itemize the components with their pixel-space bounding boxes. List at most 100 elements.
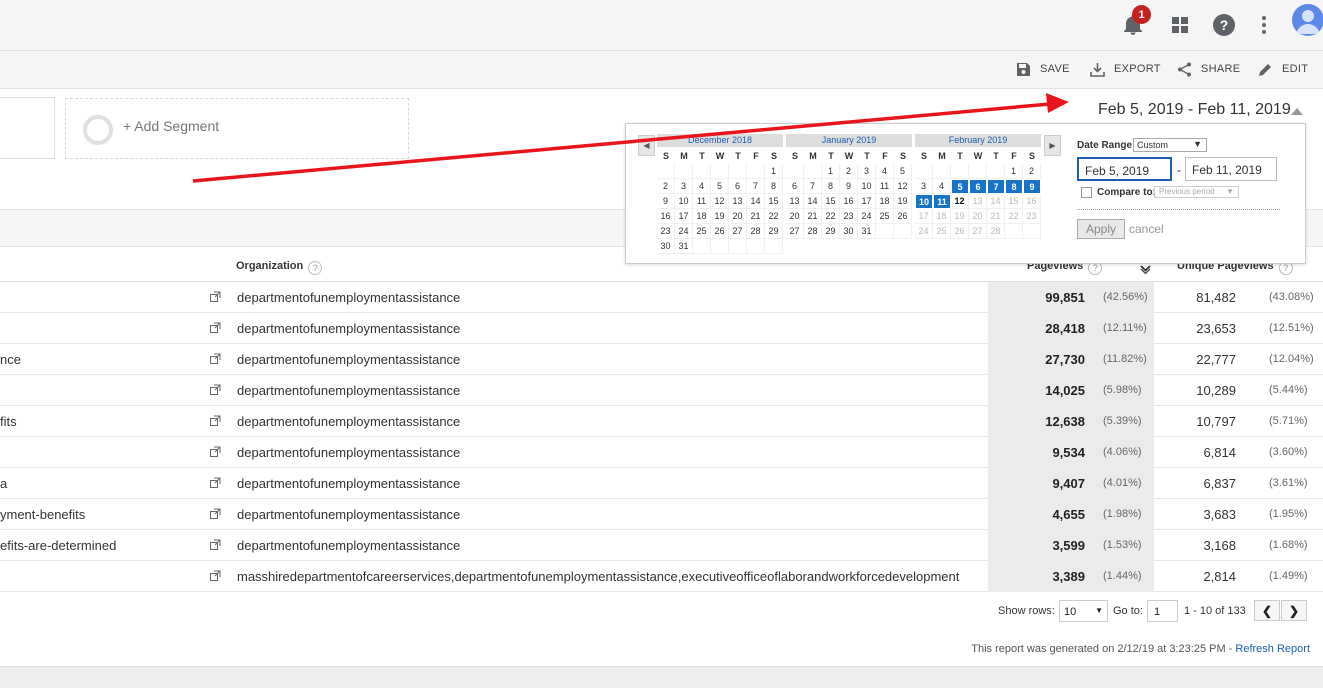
calendar-day[interactable]: 24 [915, 224, 933, 239]
calendar-day[interactable]: 24 [675, 224, 693, 239]
calendar-day[interactable]: 18 [876, 194, 894, 209]
calendar-day[interactable]: 26 [894, 209, 912, 224]
calendar-day[interactable]: 9 [840, 179, 858, 194]
calendar-day[interactable]: 28 [987, 224, 1005, 239]
calendar-day[interactable]: 8 [765, 179, 783, 194]
calendar-day[interactable]: 17 [858, 194, 876, 209]
calendar-day[interactable]: 5 [711, 179, 729, 194]
calendar-day[interactable]: 10 [858, 179, 876, 194]
calendar-day[interactable]: 27 [969, 224, 987, 239]
open-external-icon[interactable] [210, 290, 221, 305]
calendar-day[interactable]: 1 [1005, 164, 1023, 179]
calendar-day[interactable]: 2 [1023, 164, 1041, 179]
calendar-day[interactable]: 3 [675, 179, 693, 194]
cancel-link[interactable]: cancel [1129, 222, 1164, 236]
calendar-day[interactable]: 31 [675, 239, 693, 254]
calendar-day[interactable]: 9 [1023, 179, 1041, 194]
calendar-day[interactable]: 14 [747, 194, 765, 209]
page-path-cell[interactable]: efits-are-determined [0, 538, 116, 553]
calendar-day[interactable]: 27 [729, 224, 747, 239]
calendar-day[interactable]: 21 [987, 209, 1005, 224]
caret-up-icon[interactable] [1291, 108, 1303, 115]
apps-button[interactable] [1165, 10, 1195, 40]
calendar-day[interactable]: 24 [858, 209, 876, 224]
calendar-day[interactable]: 23 [840, 209, 858, 224]
calendar-day[interactable]: 5 [951, 179, 969, 194]
calendar-day[interactable]: 25 [693, 224, 711, 239]
calendar-day[interactable]: 12 [894, 179, 912, 194]
calendar-day[interactable]: 1 [822, 164, 840, 179]
calendar-day[interactable]: 6 [969, 179, 987, 194]
calendar-day[interactable]: 14 [987, 194, 1005, 209]
calendar-day[interactable]: 21 [747, 209, 765, 224]
calendar-day[interactable]: 19 [894, 194, 912, 209]
calendar-day[interactable]: 18 [933, 209, 951, 224]
calendar-day[interactable]: 27 [786, 224, 804, 239]
open-external-icon[interactable] [210, 414, 221, 429]
add-segment-button[interactable]: + Add Segment [65, 98, 409, 159]
end-date-input[interactable]: Feb 11, 2019 [1185, 157, 1277, 181]
calendar-day[interactable]: 2 [657, 179, 675, 194]
open-external-icon[interactable] [210, 321, 221, 336]
refresh-report-link[interactable]: Refresh Report [1235, 643, 1310, 655]
calendar-day[interactable]: 17 [675, 209, 693, 224]
calendar-day[interactable]: 8 [1005, 179, 1023, 194]
export-button[interactable]: EXPORT [1090, 59, 1161, 79]
calendar-day[interactable]: 7 [747, 179, 765, 194]
calendar-day[interactable]: 23 [1023, 209, 1041, 224]
open-external-icon[interactable] [210, 476, 221, 491]
calendar-day[interactable]: 7 [987, 179, 1005, 194]
page-path-cell[interactable]: nce [0, 352, 21, 367]
calendar-day[interactable]: 28 [747, 224, 765, 239]
calendar-day[interactable]: 15 [1005, 194, 1023, 209]
save-button[interactable]: SAVE [1016, 59, 1070, 79]
calendar-day[interactable]: 13 [729, 194, 747, 209]
calendar-day[interactable]: 12 [951, 194, 969, 209]
next-month-button[interactable]: ▶ [1044, 135, 1061, 156]
calendar-day[interactable]: 11 [876, 179, 894, 194]
calendar-day[interactable]: 16 [1023, 194, 1041, 209]
calendar-day[interactable]: 2 [840, 164, 858, 179]
open-external-icon[interactable] [210, 538, 221, 553]
calendar-day[interactable]: 15 [822, 194, 840, 209]
calendar-day[interactable]: 29 [822, 224, 840, 239]
calendar-day[interactable]: 20 [969, 209, 987, 224]
calendar-day[interactable]: 31 [858, 224, 876, 239]
notifications-button[interactable]: 1 [1118, 5, 1151, 40]
open-external-icon[interactable] [210, 507, 221, 522]
calendar-day[interactable]: 28 [804, 224, 822, 239]
calendar-day[interactable]: 16 [657, 209, 675, 224]
page-path-cell[interactable]: yment-benefits [0, 507, 85, 522]
help-icon[interactable]: ? [308, 261, 323, 275]
calendar-day[interactable]: 13 [969, 194, 987, 209]
previous-page-button[interactable]: ❮ [1254, 600, 1280, 621]
open-external-icon[interactable] [210, 569, 221, 584]
open-external-icon[interactable] [210, 445, 221, 460]
calendar-day[interactable]: 6 [786, 179, 804, 194]
calendar-day[interactable]: 11 [693, 194, 711, 209]
calendar-day[interactable]: 8 [822, 179, 840, 194]
compare-to-select[interactable]: Previous period [1154, 186, 1239, 198]
calendar-day[interactable]: 16 [840, 194, 858, 209]
calendar-day[interactable]: 14 [804, 194, 822, 209]
goto-input[interactable]: 1 [1147, 600, 1178, 622]
previous-month-button[interactable]: ◀ [638, 135, 655, 156]
help-button[interactable]: ? [1209, 10, 1239, 40]
next-page-button[interactable]: ❯ [1281, 600, 1307, 621]
calendar-day[interactable]: 9 [657, 194, 675, 209]
calendar-day[interactable]: 17 [915, 209, 933, 224]
checkbox-box[interactable] [1081, 187, 1092, 198]
calendar-day[interactable]: 26 [711, 224, 729, 239]
calendar-day[interactable]: 10 [675, 194, 693, 209]
start-date-input[interactable]: Feb 5, 2019 [1077, 157, 1172, 181]
calendar-day[interactable]: 3 [858, 164, 876, 179]
segment-card-all-users[interactable] [0, 97, 55, 159]
calendar-day[interactable]: 5 [894, 164, 912, 179]
calendar-day[interactable]: 6 [729, 179, 747, 194]
share-button[interactable]: SHARE [1177, 59, 1240, 79]
calendar-day[interactable]: 1 [765, 164, 783, 179]
calendar-day[interactable]: 23 [657, 224, 675, 239]
calendar-day[interactable]: 19 [951, 209, 969, 224]
calendar-day[interactable]: 18 [693, 209, 711, 224]
calendar-day[interactable]: 22 [822, 209, 840, 224]
